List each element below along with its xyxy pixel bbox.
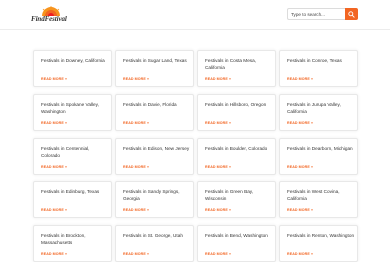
- read-more-link[interactable]: READ MORE »: [205, 121, 231, 125]
- card-title[interactable]: Festivals in Green Bay, Wisconsin: [205, 188, 273, 202]
- city-card[interactable]: Festivals in Sandy Springs, Georgia READ…: [115, 181, 194, 218]
- card-title[interactable]: Festivals in Sugar Land, Texas: [123, 57, 191, 64]
- card-title[interactable]: Festivals in Jurupa Valley, California: [287, 101, 355, 115]
- read-more-link[interactable]: READ MORE »: [41, 121, 67, 125]
- card-title[interactable]: Festivals in Costa Mesa, California: [205, 57, 273, 71]
- city-card[interactable]: Festivals in Green Bay, Wisconsin READ M…: [197, 181, 276, 218]
- card-title[interactable]: Festivals in Brockton, Massachusetts: [41, 232, 109, 246]
- read-more-link[interactable]: READ MORE »: [287, 208, 313, 212]
- card-title[interactable]: Festivals in Centennial, Colorado: [41, 145, 109, 159]
- city-card[interactable]: Festivals in Conroe, Texas READ MORE »: [279, 50, 358, 87]
- city-card[interactable]: Festivals in Davie, Florida READ MORE »: [115, 94, 194, 131]
- city-card[interactable]: Festivals in Jurupa Valley, California R…: [279, 94, 358, 131]
- city-card[interactable]: Festivals in West Covina, California REA…: [279, 181, 358, 218]
- read-more-link[interactable]: READ MORE »: [123, 77, 149, 81]
- city-card[interactable]: Festivals in Renton, Washington READ MOR…: [279, 225, 358, 262]
- read-more-link[interactable]: READ MORE »: [123, 121, 149, 125]
- card-title[interactable]: Festivals in Edison, New Jersey: [123, 145, 191, 152]
- city-card[interactable]: Festivals in Edinburg, Texas READ MORE »: [33, 181, 112, 218]
- read-more-link[interactable]: READ MORE »: [41, 77, 67, 81]
- card-title[interactable]: Festivals in Edinburg, Texas: [41, 188, 109, 195]
- card-title[interactable]: Festivals in Sandy Springs, Georgia: [123, 188, 191, 202]
- city-card[interactable]: Festivals in Bend, Washington READ MORE …: [197, 225, 276, 262]
- read-more-link[interactable]: READ MORE »: [41, 165, 67, 169]
- card-title[interactable]: Festivals in Hillsboro, Oregon: [205, 101, 273, 108]
- card-title[interactable]: Festivals in Boulder, Colorado: [205, 145, 273, 152]
- read-more-link[interactable]: READ MORE »: [205, 208, 231, 212]
- card-title[interactable]: Festivals in Bend, Washington: [205, 232, 273, 239]
- city-card[interactable]: Festivals in St. George, Utah READ MORE …: [115, 225, 194, 262]
- city-card[interactable]: Festivals in Brockton, Massachusetts REA…: [33, 225, 112, 262]
- city-card[interactable]: Festivals in Edison, New Jersey READ MOR…: [115, 138, 194, 175]
- city-card[interactable]: Festivals in Centennial, Colorado READ M…: [33, 138, 112, 175]
- read-more-link[interactable]: READ MORE »: [123, 252, 149, 256]
- read-more-link[interactable]: READ MORE »: [287, 165, 313, 169]
- city-card[interactable]: Festivals in Hillsboro, Oregon READ MORE…: [197, 94, 276, 131]
- card-title[interactable]: Festivals in Dearborn, Michigan: [287, 145, 355, 152]
- read-more-link[interactable]: READ MORE »: [287, 252, 313, 256]
- read-more-link[interactable]: READ MORE »: [287, 121, 313, 125]
- read-more-link[interactable]: READ MORE »: [205, 165, 231, 169]
- read-more-link[interactable]: READ MORE »: [205, 252, 231, 256]
- read-more-link[interactable]: READ MORE »: [41, 208, 67, 212]
- card-title[interactable]: Festivals in St. George, Utah: [123, 232, 191, 239]
- city-card[interactable]: Festivals in Dearborn, Michigan READ MOR…: [279, 138, 358, 175]
- read-more-link[interactable]: READ MORE »: [123, 208, 149, 212]
- card-title[interactable]: Festivals in Downey, California: [41, 57, 109, 64]
- read-more-link[interactable]: READ MORE »: [287, 77, 313, 81]
- card-title[interactable]: Festivals in Spokane Valley, Washington: [41, 101, 109, 115]
- card-title[interactable]: Festivals in Renton, Washington: [287, 232, 355, 239]
- festival-city-grid: Festivals in Downey, California READ MOR…: [0, 0, 390, 262]
- read-more-link[interactable]: READ MORE »: [41, 252, 67, 256]
- read-more-link[interactable]: READ MORE »: [205, 77, 231, 81]
- city-card[interactable]: Festivals in Boulder, Colorado READ MORE…: [197, 138, 276, 175]
- city-card[interactable]: Festivals in Costa Mesa, California READ…: [197, 50, 276, 87]
- card-title[interactable]: Festivals in Conroe, Texas: [287, 57, 355, 64]
- city-card[interactable]: Festivals in Spokane Valley, Washington …: [33, 94, 112, 131]
- card-title[interactable]: Festivals in Davie, Florida: [123, 101, 191, 108]
- card-title[interactable]: Festivals in West Covina, California: [287, 188, 355, 202]
- city-card[interactable]: Festivals in Downey, California READ MOR…: [33, 50, 112, 87]
- read-more-link[interactable]: READ MORE »: [123, 165, 149, 169]
- city-card[interactable]: Festivals in Sugar Land, Texas READ MORE…: [115, 50, 194, 87]
